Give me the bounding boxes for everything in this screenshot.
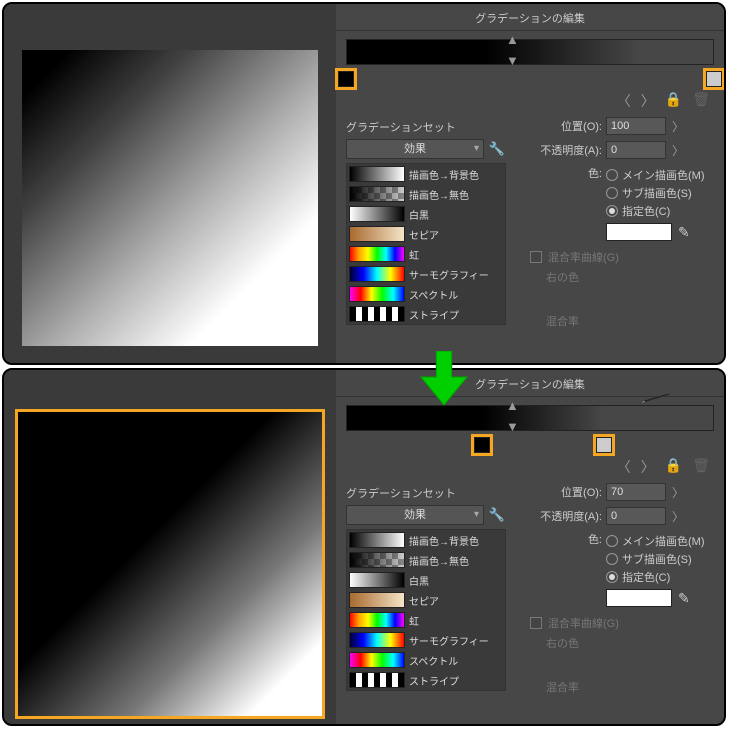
radio-spec[interactable] <box>606 205 618 217</box>
frame-before: グラデーションの編集 〈 〉 🔒 🗑 グラデーションセット 効果 🔧 <box>2 2 726 365</box>
preset-dropdown[interactable]: 効果 <box>346 505 484 525</box>
preset-item: スペクトル <box>347 284 505 304</box>
next-stop-icon[interactable]: 〉 <box>641 457 655 477</box>
mix-rate-label: 混合率 <box>546 313 714 329</box>
preset-item: ストライプ <box>347 670 505 690</box>
gradient-bar-bot[interactable] <box>346 405 714 431</box>
gradient-preview-top <box>22 50 318 346</box>
panel-title: グラデーションの編集 <box>336 370 724 397</box>
color-stop-right[interactable] <box>596 437 612 453</box>
trash-icon[interactable]: 🗑 <box>692 91 710 111</box>
preset-list-top[interactable]: 描画色→背景色 描画色→無色 白黒 セピア 虹 サーモグラフィー スペクトル ス… <box>346 163 506 325</box>
eyedropper-icon[interactable]: ✎ <box>678 224 690 241</box>
gradient-preview-bot <box>18 412 322 716</box>
preset-item: 虹 <box>347 610 505 630</box>
color-label: 色: <box>520 531 602 547</box>
opacity-caret-icon[interactable]: 〉 <box>670 508 684 525</box>
preview-area-top <box>4 4 336 363</box>
gradient-editor-panel-top: グラデーションの編集 〈 〉 🔒 🗑 グラデーションセット 効果 🔧 <box>336 4 724 363</box>
position-caret-icon[interactable]: 〉 <box>670 118 684 135</box>
preset-item: 描画色→背景色 <box>347 164 505 184</box>
preset-item: セピア <box>347 224 505 244</box>
prev-stop-icon[interactable]: 〈 <box>617 457 631 477</box>
gradient-bar-top[interactable] <box>346 39 714 65</box>
mix-curve-checkbox[interactable] <box>530 251 542 263</box>
stop-toolbar-bot: 〈 〉 🔒 🗑 <box>336 453 724 483</box>
preset-item: サーモグラフィー <box>347 264 505 284</box>
preset-item: 描画色→無色 <box>347 550 505 570</box>
preset-item: 描画色→無色 <box>347 184 505 204</box>
down-icon[interactable]: ▼ <box>506 419 519 434</box>
mix-curve-checkbox[interactable] <box>530 617 542 629</box>
position-label: 位置(O): <box>520 118 602 134</box>
color-label: 色: <box>520 165 602 181</box>
preset-item: 描画色→背景色 <box>347 530 505 550</box>
radio-spec[interactable] <box>606 571 618 583</box>
color-stop-left[interactable] <box>338 71 354 87</box>
position-input[interactable]: 100 <box>606 117 666 135</box>
down-icon[interactable]: ▼ <box>506 53 519 68</box>
radio-sub[interactable] <box>606 187 618 199</box>
trash-icon[interactable]: 🗑 <box>692 457 710 477</box>
color-stop-right[interactable] <box>706 71 722 87</box>
preset-item: サーモグラフィー <box>347 630 505 650</box>
gradient-bar-area-top[interactable] <box>346 39 714 87</box>
radio-main[interactable] <box>606 169 618 181</box>
preset-item: 白黒 <box>347 204 505 224</box>
opacity-input[interactable]: 0 <box>606 507 666 525</box>
preset-item: 白黒 <box>347 570 505 590</box>
lock-icon[interactable]: 🔒 <box>665 91 682 111</box>
preview-area-bot <box>4 370 336 724</box>
opacity-input[interactable]: 0 <box>606 141 666 159</box>
opacity-label: 不透明度(A): <box>520 508 602 524</box>
preset-item: スペクトル <box>347 650 505 670</box>
lock-icon[interactable]: 🔒 <box>665 457 682 477</box>
preset-section-label: グラデーションセット <box>346 119 506 135</box>
eyedropper-icon[interactable]: ✎ <box>678 590 690 607</box>
wrench-icon[interactable]: 🔧 <box>488 506 506 524</box>
preset-item: ストライプ <box>347 304 505 324</box>
radio-main[interactable] <box>606 535 618 547</box>
color-well[interactable] <box>606 223 672 241</box>
preset-section-label: グラデーションセット <box>346 485 506 501</box>
opacity-label: 不透明度(A): <box>520 142 602 158</box>
position-caret-icon[interactable]: 〉 <box>670 484 684 501</box>
opacity-caret-icon[interactable]: 〉 <box>670 142 684 159</box>
mix-rate-label: 混合率 <box>546 679 714 695</box>
radio-sub[interactable] <box>606 553 618 565</box>
gradient-bar-area-bot[interactable] <box>346 405 714 453</box>
right-color-label: 右の色 <box>546 269 714 285</box>
next-stop-icon[interactable]: 〉 <box>641 91 655 111</box>
preset-item: セピア <box>347 590 505 610</box>
preset-list-bot[interactable]: 描画色→背景色 描画色→無色 白黒 セピア 虹 サーモグラフィー スペクトル ス… <box>346 529 506 691</box>
color-well[interactable] <box>606 589 672 607</box>
stop-toolbar-top: 〈 〉 🔒 🗑 <box>336 87 724 117</box>
prev-stop-icon[interactable]: 〈 <box>617 91 631 111</box>
preset-item: 虹 <box>347 244 505 264</box>
panel-title: グラデーションの編集 <box>336 4 724 31</box>
position-input[interactable]: 70 <box>606 483 666 501</box>
right-color-label: 右の色 <box>546 635 714 651</box>
gradient-editor-panel-bot: グラデーションの編集 〈 〉 🔒 🗑 グラデーションセット <box>336 370 724 724</box>
frame-after: グラデーションの編集 〈 〉 🔒 🗑 グラデーションセット <box>2 368 726 726</box>
color-stop-left[interactable] <box>474 437 490 453</box>
wrench-icon[interactable]: 🔧 <box>488 140 506 158</box>
transition-arrow-icon <box>417 351 472 417</box>
up-icon[interactable]: ▲ <box>506 398 519 413</box>
preset-dropdown[interactable]: 効果 <box>346 139 484 159</box>
up-icon[interactable]: ▲ <box>506 32 519 47</box>
position-label: 位置(O): <box>520 484 602 500</box>
